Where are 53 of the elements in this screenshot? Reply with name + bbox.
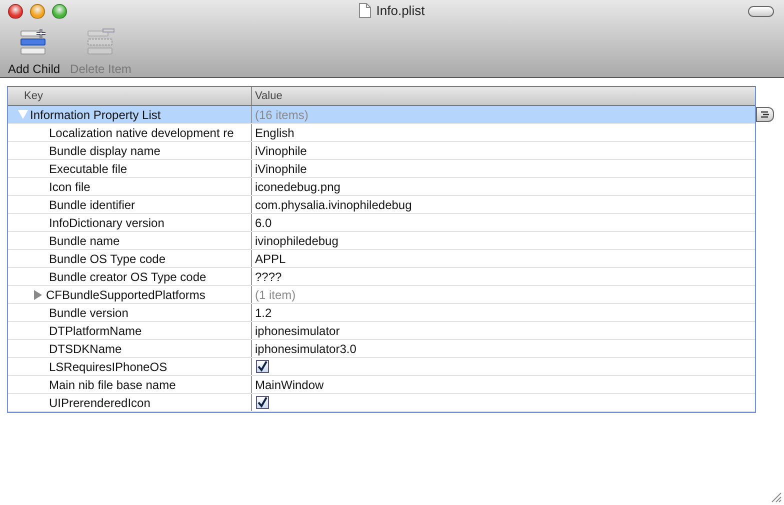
value-label: 1.2 xyxy=(255,306,272,320)
key-label: Bundle identifier xyxy=(48,198,136,212)
table-row[interactable]: Executable file iVinophile xyxy=(8,160,755,178)
value-label: (16 items) xyxy=(255,108,308,122)
key-label: Main nib file base name xyxy=(48,378,176,392)
key-label: CFBundleSupportedPlatforms xyxy=(45,288,206,302)
value-label: iVinophile xyxy=(255,162,307,176)
value-label: ???? xyxy=(255,270,282,284)
key-label: Bundle creator OS Type code xyxy=(48,270,206,284)
key-label: Bundle version xyxy=(48,306,128,320)
table-row[interactable]: InfoDictionary version 6.0 xyxy=(8,214,755,232)
table-row[interactable]: UIPrerenderedIcon xyxy=(8,394,755,412)
value-label: iphonesimulator3.0 xyxy=(255,342,356,356)
value-label: iconedebug.png xyxy=(255,180,340,194)
table-row[interactable]: Information Property List (16 items) xyxy=(8,106,755,124)
table-row[interactable]: Bundle name ivinophiledebug xyxy=(8,232,755,250)
table-row[interactable]: Main nib file base name MainWindow xyxy=(8,376,755,394)
column-header[interactable]: Value xyxy=(251,87,755,105)
table-row[interactable]: Bundle version 1.2 xyxy=(8,304,755,322)
value-label: iVinophile xyxy=(255,144,307,158)
key-label: Bundle OS Type code xyxy=(48,252,166,266)
table-row[interactable]: LSRequiresIPhoneOS xyxy=(8,358,755,376)
value-label: iphonesimulator xyxy=(255,324,340,338)
table-row[interactable]: Localization native development re English xyxy=(8,124,755,142)
table-row[interactable]: DTSDKName iphonesimulator3.0 xyxy=(8,340,755,358)
key-label: LSRequiresIPhoneOS xyxy=(48,360,168,374)
value-label: English xyxy=(255,126,294,140)
key-label: DTPlatformName xyxy=(48,324,142,338)
window-title: Info.plist xyxy=(376,3,425,18)
key-label: Information Property List xyxy=(30,108,161,122)
value-label: com.physalia.ivinophiledebug xyxy=(255,198,412,212)
table-row[interactable]: CFBundleSupportedPlatforms (1 item) xyxy=(8,286,755,304)
table-row[interactable]: Bundle OS Type code APPL xyxy=(8,250,755,268)
key-label: Bundle display name xyxy=(48,144,160,158)
table-row[interactable]: Icon file iconedebug.png xyxy=(8,178,755,196)
table-row[interactable]: Bundle creator OS Type code ???? xyxy=(8,268,755,286)
key-label: DTSDKName xyxy=(48,342,122,356)
value-label: (1 item) xyxy=(255,288,296,302)
key-label: UIPrerenderedIcon xyxy=(48,396,150,410)
table-row[interactable]: DTPlatformName iphonesimulator xyxy=(8,322,755,340)
key-label: Icon file xyxy=(48,180,90,194)
table-row[interactable]: Bundle identifier com.physalia.ivinophiledebug xyxy=(8,196,755,214)
value-label: MainWindow xyxy=(255,378,324,392)
toolbar-button[interactable]: Add Child xyxy=(8,28,60,76)
value-label: APPL xyxy=(255,252,286,266)
table-row[interactable]: Bundle display name iVinophile xyxy=(8,142,755,160)
key-label: Localization native development re xyxy=(48,126,234,140)
key-label: Bundle name xyxy=(48,234,120,248)
key-label: Executable file xyxy=(48,162,128,176)
value-label: 6.0 xyxy=(255,216,272,230)
column-header[interactable]: Key xyxy=(8,87,251,105)
value-label: ivinophiledebug xyxy=(255,234,338,248)
key-label: InfoDictionary version xyxy=(48,216,164,230)
